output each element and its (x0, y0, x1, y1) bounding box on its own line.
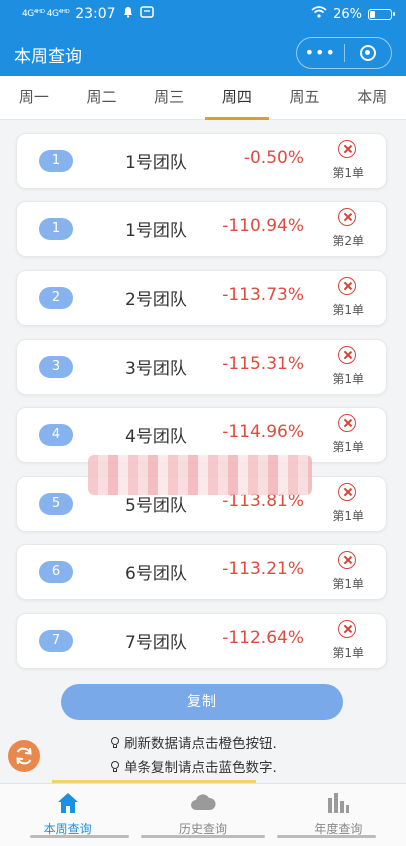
mini-program-capsule: ••• (296, 37, 392, 69)
nav-annual[interactable]: 年度查询 (271, 784, 406, 846)
result-card: 3 3号团队 -115.31% 第1单 (16, 339, 387, 395)
order-label: 第1单 (332, 372, 364, 386)
close-circle-icon (359, 45, 376, 61)
order-label: 第1单 (332, 509, 364, 523)
rank-copy-button[interactable]: 1 (39, 150, 73, 172)
return-percent: -113.73% (222, 285, 304, 305)
order-label: 第1单 (332, 303, 364, 317)
close-circle-icon[interactable] (338, 346, 356, 364)
tab-day-5[interactable]: 周五 (271, 76, 339, 119)
order-label: 第1单 (332, 166, 364, 180)
bar-chart-icon (328, 793, 350, 813)
tip-refresh-text: 刷新数据请点击橙色按钮. (124, 736, 277, 752)
page-title: 本周查询 (14, 47, 82, 67)
more-icon[interactable]: ••• (297, 38, 344, 68)
tip-copy-text: 单条复制请点击蓝色数字. (124, 760, 277, 776)
wifi-icon (311, 6, 327, 22)
tab-day-2[interactable]: 周二 (68, 76, 136, 119)
bottom-nav: 本周查询 历史查询 年度查询 (0, 783, 406, 846)
tab-day-3[interactable]: 周三 (135, 76, 203, 119)
team-name: 2号团队 (125, 290, 187, 310)
return-percent: -114.96% (222, 422, 304, 442)
team-name: 1号团队 (125, 221, 187, 241)
redaction-overlay (88, 455, 312, 495)
rank-copy-button[interactable]: 1 (39, 218, 73, 240)
app-icon (139, 6, 154, 22)
home-indicator (30, 835, 130, 838)
status-bar: 4G⁴ᴴᴰ 4G⁴ᴴᴰ 23:07 26% (0, 0, 406, 30)
tip-refresh: 刷新数据请点击橙色按钮. (108, 732, 277, 752)
return-percent: -112.64% (222, 628, 304, 648)
rank-copy-button[interactable]: 5 (39, 493, 73, 515)
notification-icon (122, 6, 134, 22)
close-circle-icon[interactable] (338, 208, 356, 226)
result-card: 2 2号团队 -113.73% 第1单 (16, 270, 387, 326)
close-circle-icon[interactable] (338, 277, 356, 295)
status-time: 23:07 (75, 6, 116, 22)
close-circle-icon[interactable] (338, 414, 356, 432)
rank-copy-button[interactable]: 3 (39, 356, 73, 378)
refresh-button[interactable] (8, 740, 40, 772)
result-card: 6 6号团队 -113.21% 第1单 (16, 544, 387, 600)
tab-day-6[interactable]: 本周 (338, 76, 406, 119)
return-percent: -0.50% (243, 148, 304, 168)
lightbulb-icon (108, 735, 122, 749)
close-circle-icon[interactable] (338, 140, 356, 158)
rank-copy-button[interactable]: 6 (39, 561, 73, 583)
battery-icon (368, 8, 395, 20)
order-label: 第2单 (332, 234, 364, 248)
signal-indicator: 4G⁴ᴴᴰ 4G⁴ᴴᴰ (22, 9, 70, 19)
close-circle-icon[interactable] (338, 483, 356, 501)
return-percent: -113.21% (222, 559, 304, 579)
rank-copy-button[interactable]: 7 (39, 630, 73, 652)
nav-this-week[interactable]: 本周查询 (0, 784, 135, 846)
day-tabs: 周一 周二 周三 周四 周五 本周 (0, 76, 406, 120)
home-indicator (276, 835, 376, 838)
title-bar: 本周查询 ••• (0, 30, 406, 76)
tab-day-4[interactable]: 周四 (203, 76, 271, 120)
tab-day-1[interactable]: 周一 (0, 76, 68, 119)
team-name: 3号团队 (125, 359, 187, 379)
team-name: 1号团队 (125, 153, 187, 173)
rank-copy-button[interactable]: 4 (39, 424, 73, 446)
rank-copy-button[interactable]: 2 (39, 287, 73, 309)
return-percent: -115.31% (222, 354, 304, 374)
order-label: 第1单 (332, 577, 364, 591)
lightbulb-icon (108, 759, 122, 773)
copy-button[interactable]: 复制 (61, 684, 343, 720)
home-icon (57, 793, 78, 813)
nav-history[interactable]: 历史查询 (135, 784, 270, 846)
result-card: 1 1号团队 -110.94% 第2单 (16, 201, 387, 257)
cloud-icon (190, 794, 216, 810)
team-name: 7号团队 (125, 633, 187, 653)
result-card: 1 1号团队 -0.50% 第1单 (16, 133, 387, 189)
close-circle-icon[interactable] (338, 551, 356, 569)
close-circle-icon[interactable] (338, 620, 356, 638)
order-label: 第1单 (332, 646, 364, 660)
result-card: 7 7号团队 -112.64% 第1单 (16, 613, 387, 669)
close-mini-program-button[interactable] (345, 45, 392, 61)
tip-copy: 单条复制请点击蓝色数字. (108, 756, 277, 776)
battery-percent: 26% (333, 6, 362, 22)
team-name: 4号团队 (125, 427, 187, 447)
refresh-icon (16, 747, 32, 765)
team-name: 6号团队 (125, 564, 187, 584)
home-indicator (141, 835, 265, 838)
order-label: 第1单 (332, 440, 364, 454)
return-percent: -110.94% (222, 216, 304, 236)
